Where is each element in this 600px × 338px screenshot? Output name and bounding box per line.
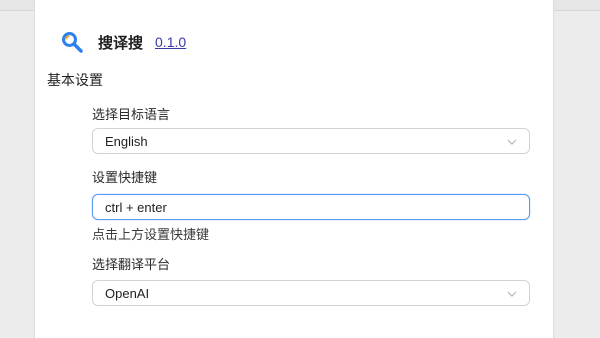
shortcut-input-value: ctrl + enter [105, 200, 167, 215]
magnifier-logo-icon [62, 32, 83, 53]
shortcut-input[interactable]: ctrl + enter [92, 194, 530, 220]
target-language-select[interactable]: English [92, 128, 530, 154]
shortcut-hint: 点击上方设置快捷键 [92, 227, 210, 242]
shortcut-label: 设置快捷键 [92, 170, 158, 185]
platform-select[interactable]: OpenAI [92, 280, 530, 306]
target-language-value: English [105, 134, 148, 149]
platform-label: 选择翻译平台 [92, 257, 171, 272]
target-language-label: 选择目标语言 [92, 107, 171, 122]
extension-popup: 搜译搜 0.1.0 基本设置 选择目标语言 English 设置快捷键 ctrl… [34, 0, 554, 338]
chevron-down-icon [507, 291, 517, 297]
app-name: 搜译搜 [98, 34, 144, 52]
chevron-down-icon [507, 139, 517, 145]
section-title-basic-settings: 基本设置 [47, 72, 103, 88]
platform-value: OpenAI [105, 286, 150, 301]
version-link[interactable]: 0.1.0 [155, 34, 186, 50]
popup-header: 搜译搜 0.1.0 [60, 30, 186, 54]
